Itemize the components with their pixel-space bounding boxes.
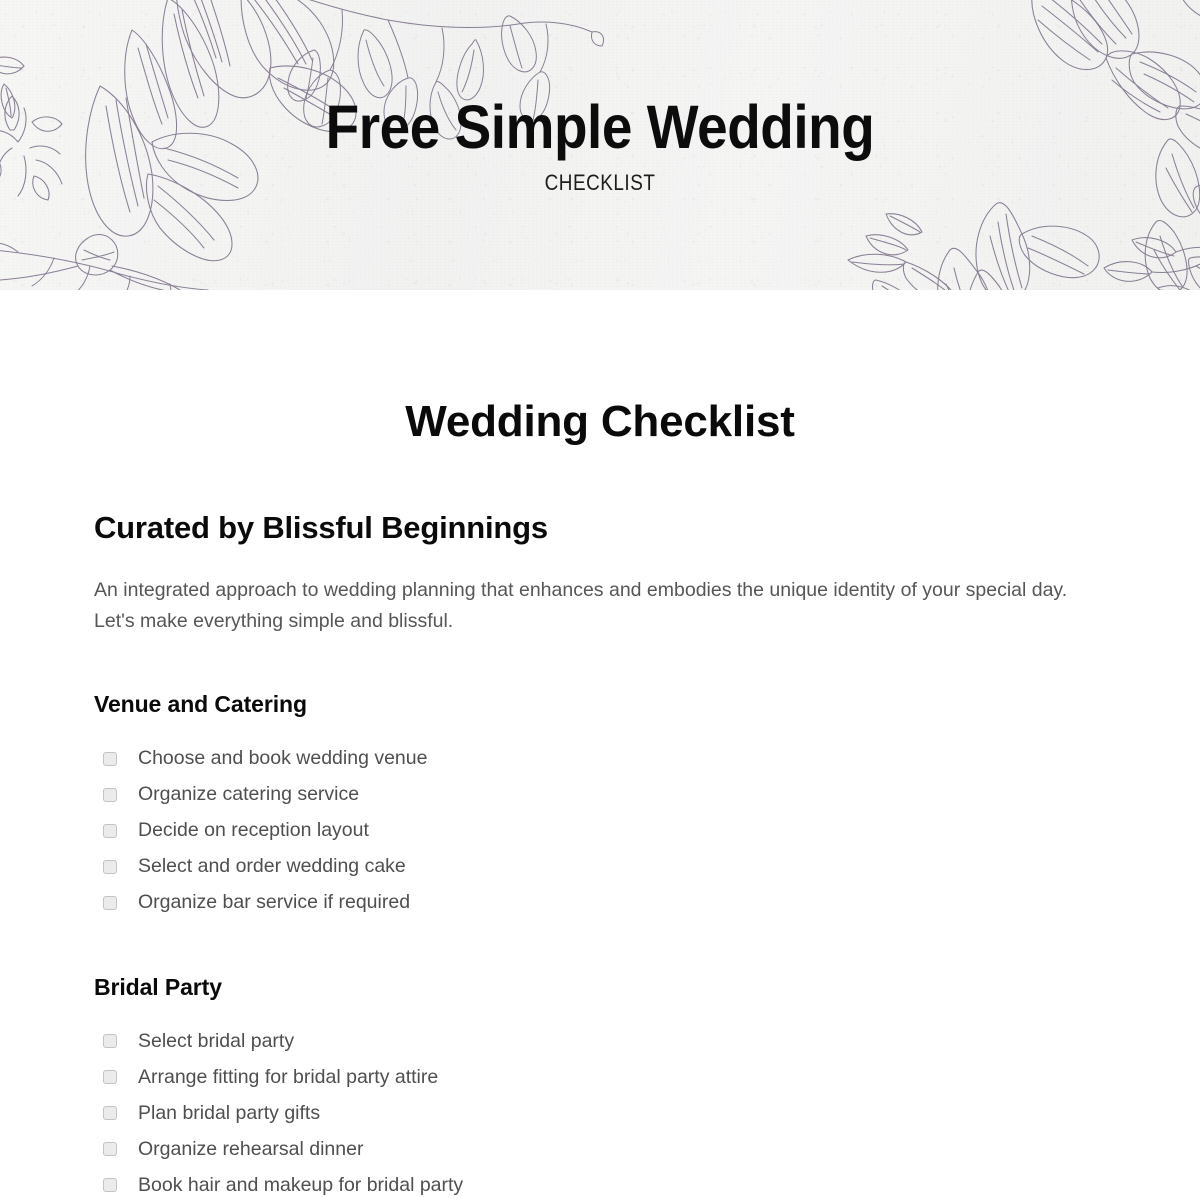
- checklist-item[interactable]: Select bridal party: [103, 1023, 1106, 1059]
- checkbox-icon[interactable]: [103, 1178, 117, 1193]
- checkbox-icon[interactable]: [103, 1106, 117, 1121]
- checklist-item[interactable]: Organize rehearsal dinner: [103, 1131, 1106, 1167]
- checklist-item[interactable]: Arrange fitting for bridal party attire: [103, 1059, 1106, 1095]
- floral-bottom-left-icon: [0, 242, 209, 290]
- checklist-item[interactable]: Organize catering service: [103, 777, 1106, 813]
- checklist-item-label: Select and order wedding cake: [138, 854, 406, 877]
- checklist-item-label: Organize rehearsal dinner: [138, 1137, 364, 1160]
- header-banner: Free Simple Wedding CHECKLIST: [0, 0, 1200, 290]
- checklist: Choose and book wedding venue Organize c…: [94, 719, 1106, 921]
- section-heading: Bridal Party: [94, 973, 222, 1000]
- document-content: Wedding Checklist Curated by Blissful Be…: [0, 290, 1200, 1198]
- checklist-item[interactable]: Choose and book wedding venue: [103, 741, 1106, 777]
- checklist-item-label: Book hair and makeup for bridal party: [138, 1173, 464, 1196]
- header-text-block: Free Simple Wedding CHECKLIST: [0, 0, 1200, 196]
- document-intro-paragraph: An integrated approach to wedding planni…: [94, 578, 1068, 633]
- header-title: Free Simple Wedding: [325, 93, 875, 161]
- checklist-item[interactable]: Plan bridal party gifts: [103, 1095, 1106, 1131]
- checklist-item-label: Organize bar service if required: [138, 890, 411, 913]
- checkbox-icon[interactable]: [103, 859, 117, 874]
- checklist-section: Bridal Party Select bridal party Arrange…: [94, 921, 1106, 1198]
- checkbox-icon[interactable]: [103, 823, 117, 838]
- checklist-item-label: Select bridal party: [138, 1029, 295, 1052]
- checklist-section: Venue and Catering Choose and book weddi…: [94, 638, 1106, 921]
- checklist-item-label: Choose and book wedding venue: [138, 746, 428, 769]
- checkbox-icon[interactable]: [103, 1034, 117, 1049]
- checklist-item[interactable]: Select and order wedding cake: [103, 849, 1106, 885]
- checklist-item-label: Decide on reception layout: [138, 818, 369, 841]
- checkbox-icon[interactable]: [103, 787, 117, 802]
- checklist-item-label: Organize catering service: [138, 782, 360, 805]
- checklist: Select bridal party Arrange fitting for …: [94, 1001, 1106, 1198]
- checklist-item[interactable]: Organize bar service if required: [103, 885, 1106, 921]
- page-title: Wedding Checklist: [405, 397, 795, 446]
- checklist-item[interactable]: Book hair and makeup for bridal party: [103, 1167, 1106, 1198]
- checklist-item-label: Arrange fitting for bridal party attire: [138, 1065, 439, 1088]
- checklist-sections: Venue and Catering Choose and book weddi…: [94, 638, 1106, 1198]
- header-subtitle: CHECKLIST: [544, 170, 656, 196]
- document-subtitle: Curated by Blissful Beginnings: [94, 509, 548, 545]
- section-heading: Venue and Catering: [94, 690, 307, 717]
- checkbox-icon[interactable]: [103, 895, 117, 910]
- checklist-item[interactable]: Decide on reception layout: [103, 813, 1106, 849]
- document-body: Wedding Checklist Curated by Blissful Be…: [0, 290, 1200, 1198]
- checkbox-icon[interactable]: [103, 751, 117, 766]
- checklist-item-label: Plan bridal party gifts: [138, 1101, 321, 1124]
- checkbox-icon[interactable]: [103, 1142, 117, 1157]
- checkbox-icon[interactable]: [103, 1070, 117, 1085]
